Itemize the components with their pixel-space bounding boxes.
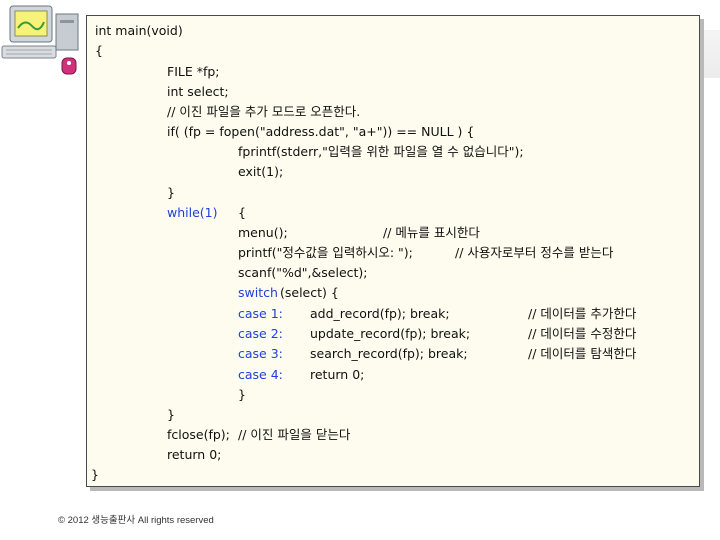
- code-line: FILE *fp;: [167, 64, 220, 79]
- code-line: scanf("%d",&select);: [238, 265, 368, 280]
- computer-icon: [1, 5, 79, 75]
- case-statement: add_record(fp); break;: [310, 306, 450, 321]
- code-line: }: [167, 407, 175, 422]
- copyright-footer: © 2012 생능출판사 All rights reserved: [58, 515, 214, 526]
- code-line: (select) {: [280, 285, 339, 300]
- case-statement: return 0;: [310, 367, 365, 382]
- code-comment: // 데이터를 탐색한다: [528, 346, 637, 361]
- code-comment: // 메뉴를 표시한다: [383, 225, 480, 240]
- code-line: int select;: [167, 84, 229, 99]
- code-line: }: [91, 467, 99, 482]
- code-line: return 0;: [167, 447, 222, 462]
- code-line: {: [238, 205, 246, 220]
- case-label: case 3:: [238, 346, 283, 361]
- code-comment: // 데이터를 수정한다: [528, 326, 637, 341]
- code-line: exit(1);: [238, 164, 284, 179]
- code-keyword: switch: [238, 285, 278, 300]
- code-keyword: while(1): [167, 205, 218, 220]
- case-statement: update_record(fp); break;: [310, 326, 471, 341]
- case-label: case 2:: [238, 326, 283, 341]
- code-comment: // 사용자로부터 정수를 받는다: [455, 245, 614, 260]
- code-line: fprintf(stderr,"입력을 위한 파일을 열 수 없습니다");: [238, 144, 524, 159]
- code-line: menu();: [238, 225, 288, 240]
- case-label: case 4:: [238, 367, 283, 382]
- code-line: }: [238, 387, 246, 402]
- case-label: case 1:: [238, 306, 283, 321]
- code-line: fclose(fp);: [167, 427, 230, 442]
- code-line: int main(void): [95, 23, 183, 38]
- decorative-bar: [703, 30, 720, 78]
- code-listing: int main(void) { FILE *fp; int select; /…: [86, 15, 700, 487]
- code-line: if( (fp = fopen("address.dat", "a+")) ==…: [167, 124, 475, 139]
- code-comment: // 이진 파일을 추가 모드로 오픈한다.: [167, 104, 361, 119]
- code-line: {: [95, 43, 103, 58]
- code-line: }: [167, 185, 175, 200]
- code-line: printf("정수값을 입력하시오: ");: [238, 245, 413, 260]
- code-comment: // 데이터를 추가한다: [528, 306, 637, 321]
- case-statement: search_record(fp); break;: [310, 346, 468, 361]
- code-comment: // 이진 파일을 닫는다: [238, 427, 351, 442]
